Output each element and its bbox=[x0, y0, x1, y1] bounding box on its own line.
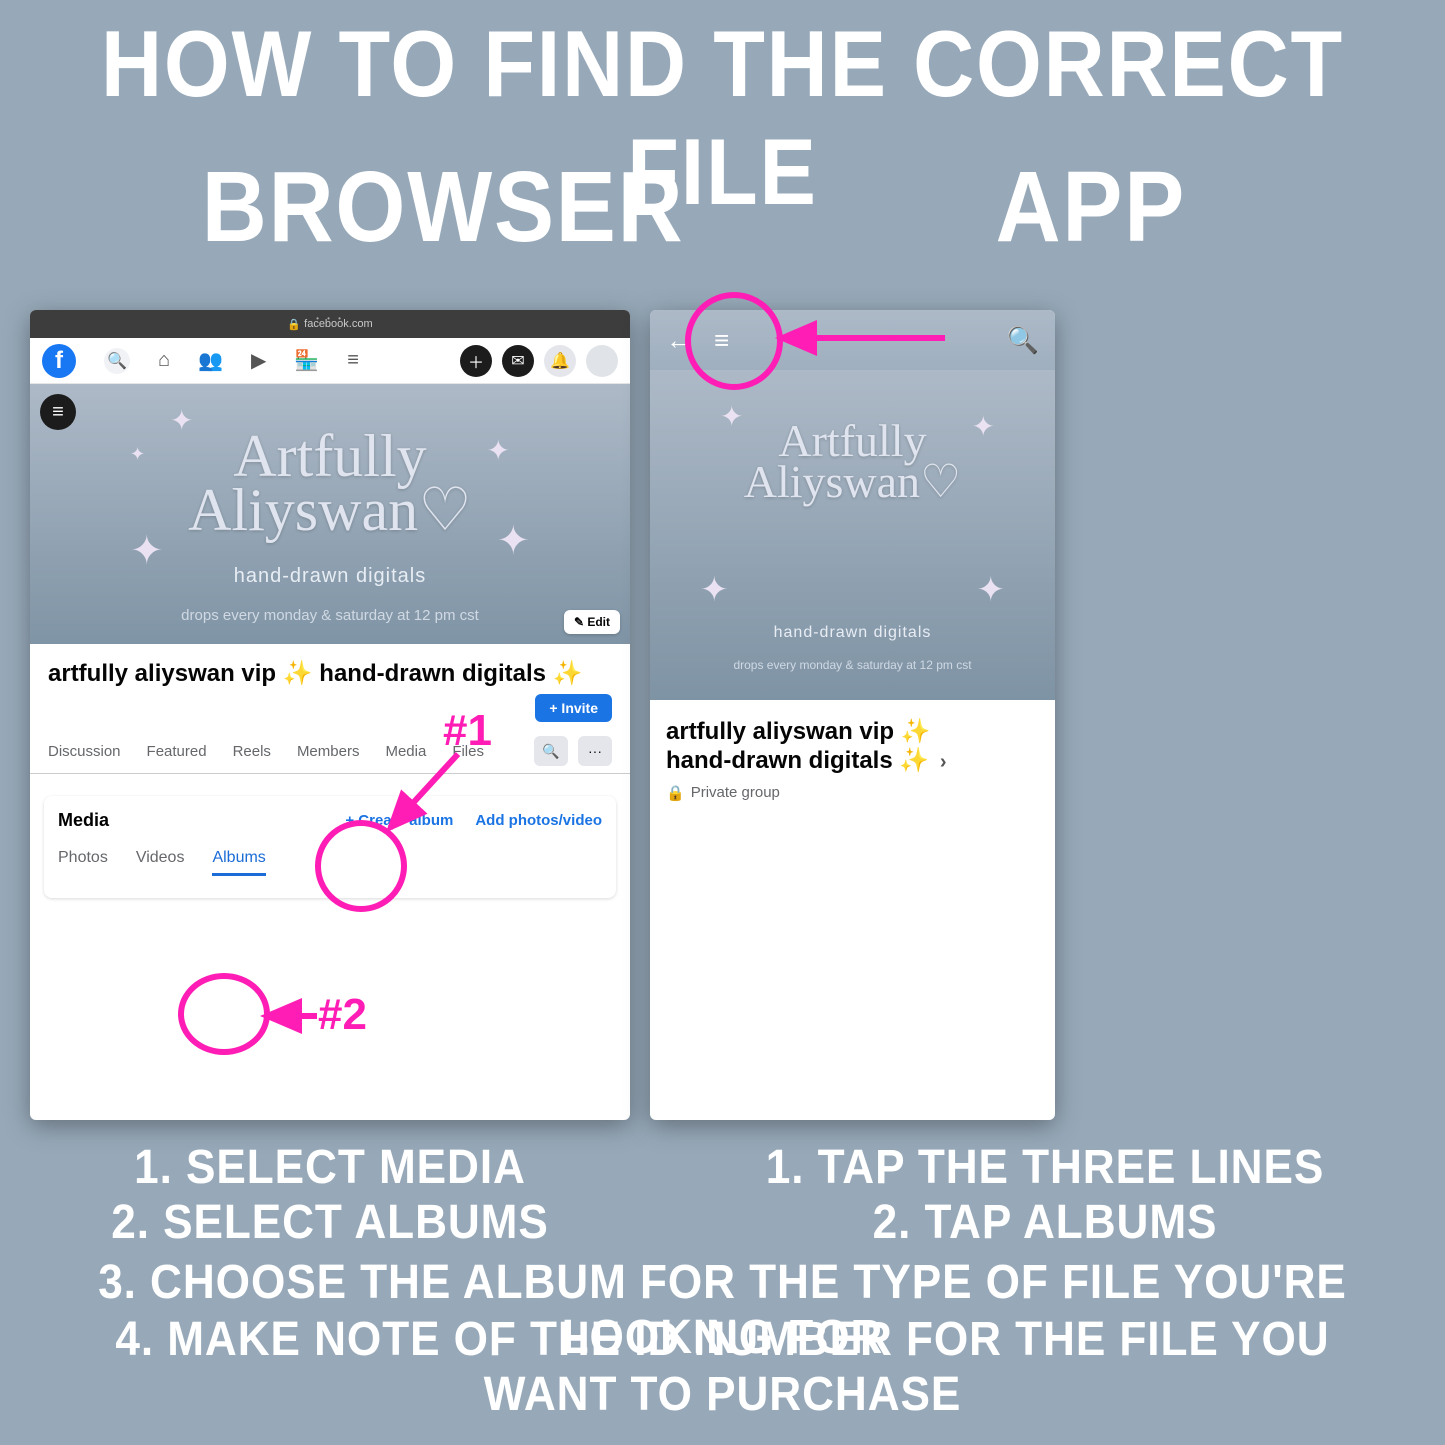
facebook-logo[interactable]: f bbox=[42, 344, 76, 378]
private-group: 🔒 Private group bbox=[650, 780, 1055, 806]
column-heading-app: APP bbox=[996, 150, 1186, 265]
subtab-photos[interactable]: Photos bbox=[58, 849, 108, 876]
browser-titlebar: • • • 🔒 facebook.com bbox=[30, 310, 630, 338]
tab-discussion[interactable]: Discussion bbox=[48, 733, 121, 770]
tab-members[interactable]: Members bbox=[297, 733, 360, 770]
annotation-arrow-2 bbox=[262, 1008, 332, 1028]
brand-sub: hand-drawn digitals bbox=[650, 624, 1055, 642]
annotation-circle-2 bbox=[178, 973, 270, 1055]
brand-script: Artfully Aliyswan♡ bbox=[744, 420, 962, 503]
avatar[interactable] bbox=[586, 345, 618, 377]
app-cover: ✦ ✦ ✦ ✦ Artfully Aliyswan♡ hand-drawn di… bbox=[650, 370, 1055, 700]
instr-right-2: 2. TAP ALBUMS bbox=[682, 1195, 1409, 1250]
tab-reels[interactable]: Reels bbox=[233, 733, 271, 770]
messenger-icon[interactable]: ✉ bbox=[502, 345, 534, 377]
subtab-videos[interactable]: Videos bbox=[136, 849, 185, 876]
browser-screenshot: • • • 🔒 facebook.com f 🔍 ⌂ 👥 ▶ 🏪 ≡ ＋ ✉ 🔔… bbox=[30, 310, 630, 1120]
instr-right-1: 1. TAP THE THREE LINES bbox=[682, 1140, 1409, 1195]
group-cover: ≡ ✦ ✦ ✦ ✦ ✦ Artfully Aliyswan♡ hand-draw… bbox=[30, 384, 630, 644]
notifications-icon[interactable]: 🔔 bbox=[544, 345, 576, 377]
back-icon[interactable]: ← bbox=[666, 325, 692, 356]
create-icon[interactable]: ＋ bbox=[460, 345, 492, 377]
friends-icon[interactable]: 👥 bbox=[198, 348, 223, 373]
app-screenshot: ← ≡ 🔍 ✦ ✦ ✦ ✦ Artfully Aliyswan♡ hand-dr… bbox=[650, 310, 1055, 1120]
app-header: ← ≡ 🔍 bbox=[650, 310, 1055, 370]
app-group-title[interactable]: artfully aliyswan vip ✨ hand-drawn digit… bbox=[650, 700, 1055, 780]
hamburger-icon[interactable]: ≡ bbox=[714, 325, 729, 356]
tab-files[interactable]: Files bbox=[452, 733, 484, 770]
instr-left-2: 2. SELECT ALBUMS bbox=[54, 1195, 606, 1250]
create-album-link[interactable]: + Create album bbox=[345, 812, 453, 829]
traffic-dots: • • • bbox=[316, 314, 344, 323]
media-heading: Media bbox=[58, 810, 109, 831]
instr-left-1: 1. SELECT MEDIA bbox=[54, 1140, 606, 1195]
annotation-label-2: #2 bbox=[318, 990, 367, 1040]
subtab-albums[interactable]: Albums bbox=[212, 849, 265, 876]
tab-media[interactable]: Media bbox=[385, 733, 426, 770]
instr-wide-4: 4. MAKE NOTE OF THE ID NUMBER FOR THE FI… bbox=[58, 1312, 1387, 1422]
tab-search-icon[interactable]: 🔍 bbox=[534, 736, 568, 766]
brand-script: Artfully Aliyswan♡ bbox=[188, 429, 472, 537]
column-heading-browser: BROWSER bbox=[202, 150, 685, 265]
brand-drops: drops every monday & saturday at 12 pm c… bbox=[650, 658, 1055, 672]
search-icon[interactable]: 🔍 bbox=[1007, 325, 1039, 356]
fb-navbar: f 🔍 ⌂ 👥 ▶ 🏪 ≡ ＋ ✉ 🔔 bbox=[30, 338, 630, 384]
lock-icon: 🔒 bbox=[666, 784, 685, 802]
brand-sub: hand-drawn digitals bbox=[30, 565, 630, 588]
menu-lines-icon[interactable]: ≡ bbox=[347, 349, 359, 372]
edit-button[interactable]: ✎ Edit bbox=[564, 610, 620, 634]
marketplace-icon[interactable]: 🏪 bbox=[294, 348, 319, 373]
group-tabs: Discussion Featured Reels Members Media … bbox=[30, 730, 630, 774]
search-icon[interactable]: 🔍 bbox=[104, 348, 130, 374]
tab-more-icon[interactable]: ··· bbox=[578, 736, 612, 766]
watch-icon[interactable]: ▶ bbox=[251, 348, 266, 373]
cover-menu-icon[interactable]: ≡ bbox=[40, 394, 76, 430]
chevron-right-icon: › bbox=[940, 751, 947, 773]
media-card: Media + Create album Add photos/video Ph… bbox=[44, 796, 616, 898]
group-title: artfully aliyswan vip ✨ hand-drawn digit… bbox=[30, 644, 630, 694]
tab-featured[interactable]: Featured bbox=[147, 733, 207, 770]
home-icon[interactable]: ⌂ bbox=[158, 349, 170, 372]
invite-button[interactable]: + Invite bbox=[535, 694, 612, 722]
add-photos-link[interactable]: Add photos/video bbox=[475, 812, 602, 829]
brand-drops: drops every monday & saturday at 12 pm c… bbox=[30, 607, 630, 624]
